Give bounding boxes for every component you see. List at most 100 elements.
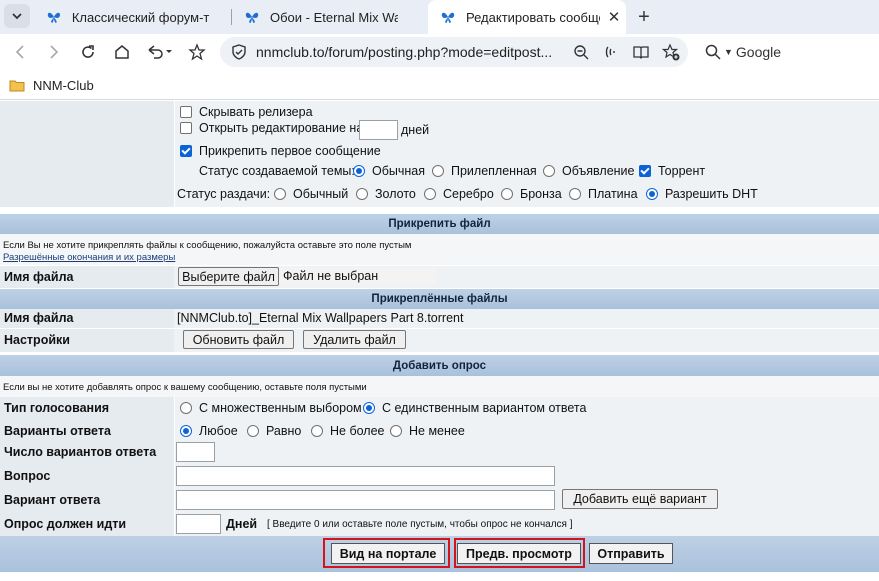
answers-not-less[interactable]: Не менее <box>390 424 465 438</box>
poll-duration-input[interactable] <box>176 514 221 534</box>
release-status-gold-radio[interactable] <box>356 188 368 200</box>
release-status-bronze-label: Бронза <box>520 187 562 201</box>
answers-any-radio[interactable] <box>180 425 192 437</box>
search-box[interactable]: ▼ Google <box>700 40 870 64</box>
release-status-normal-radio[interactable] <box>274 188 286 200</box>
release-status-silver-label: Серебро <box>443 187 494 201</box>
vote-type-multiple-radio[interactable] <box>180 402 192 414</box>
question-input[interactable] <box>176 466 555 486</box>
undo-icon <box>148 45 172 59</box>
options-left-cell <box>0 101 174 207</box>
bookmark-nnm-club[interactable]: NNM-Club <box>9 76 94 94</box>
topic-status-sticky-label: Прилепленная <box>451 164 537 178</box>
release-status-platinum-radio[interactable] <box>569 188 581 200</box>
add-poll-header: Добавить опрос <box>0 354 879 376</box>
topic-status-announcement[interactable]: Объявление <box>543 164 635 178</box>
poll-option-input[interactable] <box>176 490 555 510</box>
portal-view-button[interactable]: Вид на портале <box>331 543 445 564</box>
vote-type-single-label: С единственным вариантом ответа <box>382 401 587 415</box>
release-status-gold[interactable]: Золото <box>356 187 416 201</box>
poll-duration-days: Дней <box>226 517 258 531</box>
no-file-chosen-text: Файл не выбран <box>283 269 379 283</box>
tab-label: Классический форум-т <box>71 9 210 25</box>
hide-releaser-option[interactable]: Скрывать релизера <box>180 105 313 119</box>
bookmark-star-button[interactable] <box>185 40 209 64</box>
topic-status-normal[interactable]: Обычная <box>353 164 425 178</box>
arrow-right-icon <box>50 45 59 59</box>
update-file-button[interactable]: Обновить файл <box>183 330 294 349</box>
open-edit-days-input[interactable] <box>359 120 398 140</box>
topic-status-sticky[interactable]: Прилепленная <box>432 164 537 178</box>
home-button[interactable] <box>110 40 134 64</box>
attached-filename-value: [NNMClub.to]_Eternal Mix Wallpapers Part… <box>177 311 464 325</box>
delete-file-button[interactable]: Удалить файл <box>303 330 406 349</box>
answers-label: Варианты ответа <box>4 424 111 438</box>
topic-status-sticky-radio[interactable] <box>432 165 444 177</box>
answers-not-more[interactable]: Не более <box>311 424 385 438</box>
topic-status-announcement-radio[interactable] <box>543 165 555 177</box>
search-engine-dropdown-icon[interactable]: ▼ <box>724 47 733 57</box>
back-button[interactable] <box>8 40 32 64</box>
pin-first-post-option[interactable]: Прикрепить первое сообщение <box>180 144 381 158</box>
release-status-silver[interactable]: Серебро <box>424 187 494 201</box>
bookmarks-bar: NNM-Club <box>0 70 879 100</box>
answers-any-label: Любое <box>199 424 238 438</box>
torrent-option[interactable]: Торрент <box>639 164 705 178</box>
attached-files-header-text: Прикреплённые файлы <box>371 293 508 305</box>
send-button[interactable]: Отправить <box>589 543 673 564</box>
release-status-platinum[interactable]: Платина <box>569 187 638 201</box>
shield-security-icon <box>232 44 246 60</box>
open-edit-option[interactable]: Открыть редактирование на <box>180 121 363 135</box>
release-status-normal[interactable]: Обычный <box>274 187 348 201</box>
pin-first-post-checkbox[interactable] <box>180 145 192 157</box>
tab-list-button[interactable] <box>4 4 30 28</box>
tab-edit-post[interactable]: Редактировать сообще ✕ <box>428 0 626 34</box>
hide-releaser-checkbox[interactable] <box>180 106 192 118</box>
tab-strip: Классический форум-т Обои - Eternal Mix … <box>0 0 879 34</box>
home-icon <box>115 45 129 59</box>
release-status-bronze[interactable]: Бронза <box>501 187 562 201</box>
topic-status-normal-radio[interactable] <box>353 165 365 177</box>
answer-count-input[interactable] <box>176 442 215 462</box>
torrent-checkbox[interactable] <box>639 165 651 177</box>
release-status-bronze-radio[interactable] <box>501 188 513 200</box>
tab-label: Обои - Eternal Mix Wall <box>270 9 398 25</box>
reader-mode-icon[interactable] <box>632 43 650 61</box>
reload-button[interactable] <box>76 40 100 64</box>
tab-label: Редактировать сообще <box>466 9 600 25</box>
vote-type-multiple-label: С множественным выбором <box>199 401 362 415</box>
open-edit-checkbox[interactable] <box>180 122 192 134</box>
read-aloud-icon[interactable] <box>602 43 620 61</box>
allow-dht-option[interactable]: Разрешить DHT <box>646 187 758 201</box>
tab-classic-forum[interactable]: Классический форум-т <box>34 0 230 34</box>
choose-file-button[interactable]: Выберите файл <box>178 267 279 286</box>
arrow-left-icon <box>15 45 24 59</box>
topic-status-label: Статус создаваемой темы: <box>199 164 355 178</box>
add-favorite-icon[interactable] <box>662 43 680 61</box>
undo-close-tab-button[interactable] <box>143 40 175 64</box>
address-bar[interactable]: nnmclub.to/forum/posting.php?mode=editpo… <box>220 37 688 67</box>
answers-any[interactable]: Любое <box>180 424 238 438</box>
attached-files-header: Прикреплённые файлы <box>0 288 879 309</box>
new-tab-button[interactable]: + <box>632 5 656 29</box>
release-status-normal-label: Обычный <box>293 187 349 201</box>
poll-hint-text: Если вы не хотите добавлять опрос к ваше… <box>3 382 367 393</box>
forward-button[interactable] <box>42 40 66 64</box>
vote-type-single-radio[interactable] <box>363 402 375 414</box>
release-status-silver-radio[interactable] <box>424 188 436 200</box>
answers-equal[interactable]: Равно <box>247 424 301 438</box>
add-option-button[interactable]: Добавить ещё вариант <box>562 489 718 509</box>
zoom-out-icon[interactable] <box>572 43 590 61</box>
answers-equal-radio[interactable] <box>247 425 259 437</box>
answers-not-more-radio[interactable] <box>311 425 323 437</box>
vote-type-single[interactable]: С единственным вариантом ответа <box>363 401 586 415</box>
close-tab-icon[interactable]: ✕ <box>606 9 622 26</box>
allow-dht-radio[interactable] <box>646 188 658 200</box>
allowed-extensions-link[interactable]: Разрешённые окончания и их размеры <box>3 252 175 263</box>
open-edit-label: Открыть редактирование на <box>199 121 364 135</box>
poll-option-label: Вариант ответа <box>4 493 101 507</box>
vote-type-multiple[interactable]: С множественным выбором <box>180 401 362 415</box>
answers-not-less-radio[interactable] <box>390 425 402 437</box>
preview-button[interactable]: Предв. просмотр <box>457 543 581 564</box>
tab-wallpapers[interactable]: Обои - Eternal Mix Wall <box>232 0 428 34</box>
